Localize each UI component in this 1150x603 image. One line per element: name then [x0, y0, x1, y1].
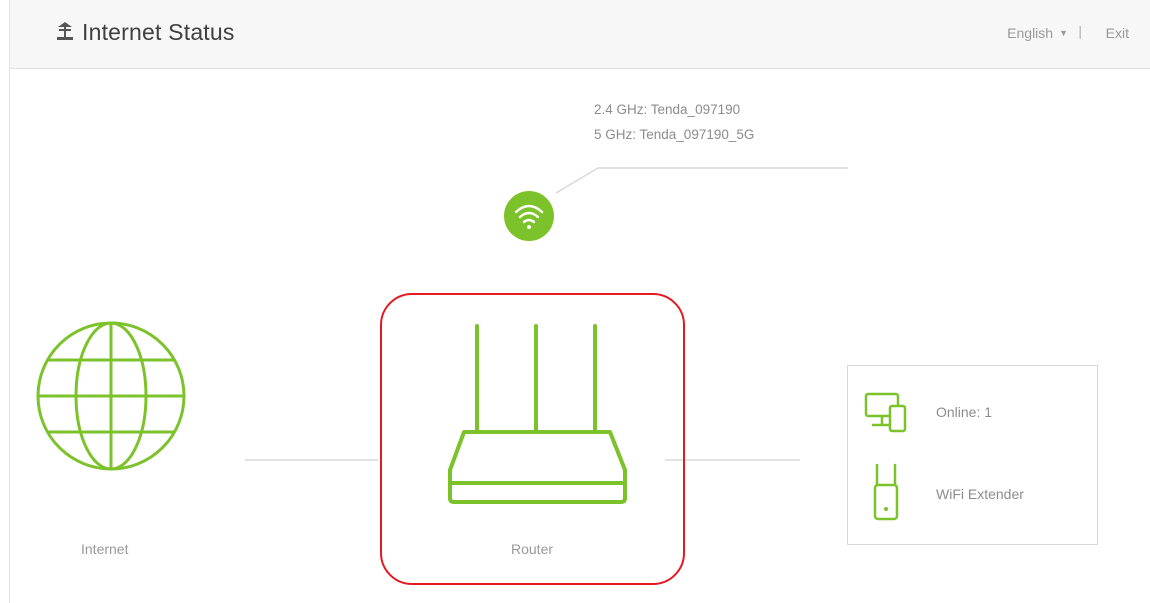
internet-label: Internet — [81, 541, 129, 557]
wifi-extender-link[interactable]: WiFi Extender — [936, 486, 1024, 502]
wifi-callout-line — [555, 167, 599, 194]
wifi-icon[interactable] — [504, 191, 554, 241]
online-devices-link[interactable]: Online: 1 — [936, 404, 992, 420]
globe-icon — [36, 321, 186, 471]
router-highlight-box — [380, 293, 685, 585]
wifi-extender-icon — [873, 463, 899, 521]
clients-panel: Online: 1 WiFi Extender — [847, 365, 1098, 545]
monitor-phone-icon — [864, 392, 907, 433]
